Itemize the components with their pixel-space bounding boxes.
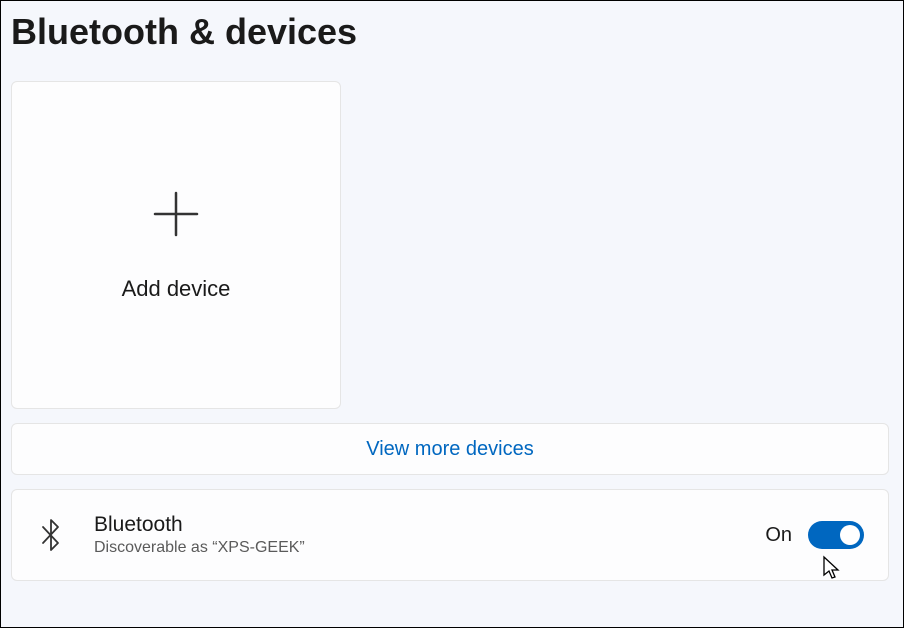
bluetooth-text: Bluetooth Discoverable as “XPS-GEEK” <box>94 513 305 557</box>
view-more-devices-label: View more devices <box>366 438 533 461</box>
bluetooth-toggle-group: On <box>765 521 864 549</box>
view-more-devices-button[interactable]: View more devices <box>11 423 889 475</box>
bluetooth-toggle[interactable] <box>808 521 864 549</box>
plus-icon <box>151 189 201 248</box>
bluetooth-icon <box>36 513 66 557</box>
bluetooth-row: Bluetooth Discoverable as “XPS-GEEK” On <box>11 489 889 581</box>
bluetooth-state-label: On <box>765 524 792 547</box>
add-device-label: Add device <box>122 276 231 302</box>
add-device-card[interactable]: Add device <box>11 81 341 409</box>
page-title: Bluetooth & devices <box>11 11 893 53</box>
toggle-knob <box>840 525 860 545</box>
bluetooth-subtitle: Discoverable as “XPS-GEEK” <box>94 539 305 557</box>
bluetooth-title: Bluetooth <box>94 513 305 537</box>
bluetooth-devices-page: Bluetooth & devices Add device View more… <box>1 1 903 591</box>
cursor-icon <box>822 555 842 586</box>
